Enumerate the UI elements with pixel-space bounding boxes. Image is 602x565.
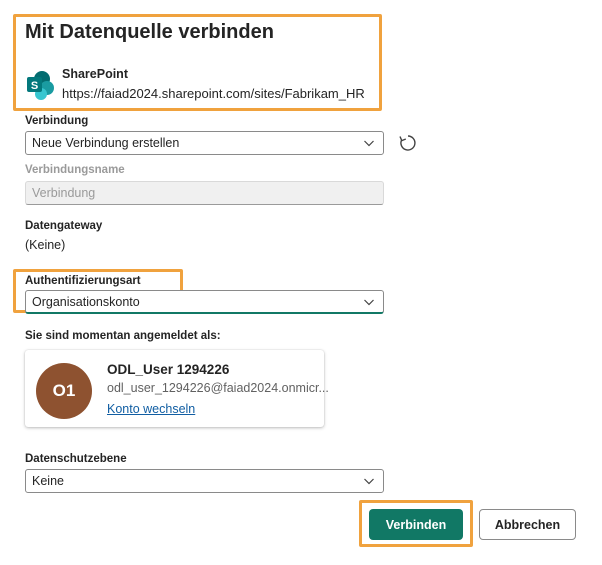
- gateway-label: Datengateway: [25, 220, 103, 232]
- sharepoint-icon: S: [25, 69, 57, 101]
- cancel-button[interactable]: Abbrechen: [479, 509, 576, 540]
- signed-in-label: Sie sind momentan angemeldet als:: [25, 330, 221, 342]
- chevron-down-icon: [364, 140, 374, 147]
- account-display-name: ODL_User 1294226: [107, 362, 230, 377]
- source-name: SharePoint: [62, 67, 128, 81]
- auth-dropdown[interactable]: Organisationskonto: [25, 290, 384, 314]
- privacy-label: Datenschutzebene: [25, 453, 127, 465]
- auth-label: Authentifizierungsart: [25, 275, 141, 287]
- dialog-title: Mit Datenquelle verbinden: [25, 21, 274, 43]
- switch-account-link[interactable]: Konto wechseln: [107, 402, 195, 416]
- connection-label: Verbindung: [25, 115, 89, 127]
- account-card: O1 ODL_User 1294226 odl_user_1294226@fai…: [25, 350, 329, 427]
- auth-selected: Organisationskonto: [32, 295, 140, 309]
- svg-text:S: S: [31, 80, 38, 92]
- source-url: https://faiad2024.sharepoint.com/sites/F…: [62, 86, 365, 101]
- avatar: O1: [36, 363, 92, 419]
- chevron-down-icon: [364, 478, 374, 485]
- connection-dropdown[interactable]: Neue Verbindung erstellen: [25, 131, 384, 155]
- connection-name-field: Verbindung: [25, 181, 384, 205]
- connection-selected: Neue Verbindung erstellen: [32, 136, 180, 150]
- account-email: odl_user_1294226@faiad2024.onmicr...: [107, 381, 329, 395]
- privacy-dropdown[interactable]: Keine: [25, 469, 384, 493]
- privacy-selected: Keine: [32, 474, 64, 488]
- gateway-value: (Keine): [25, 238, 66, 252]
- refresh-icon[interactable]: [397, 132, 419, 154]
- connect-button[interactable]: Verbinden: [369, 509, 463, 540]
- connection-name-label: Verbindungsname: [25, 164, 125, 176]
- chevron-down-icon: [364, 299, 374, 306]
